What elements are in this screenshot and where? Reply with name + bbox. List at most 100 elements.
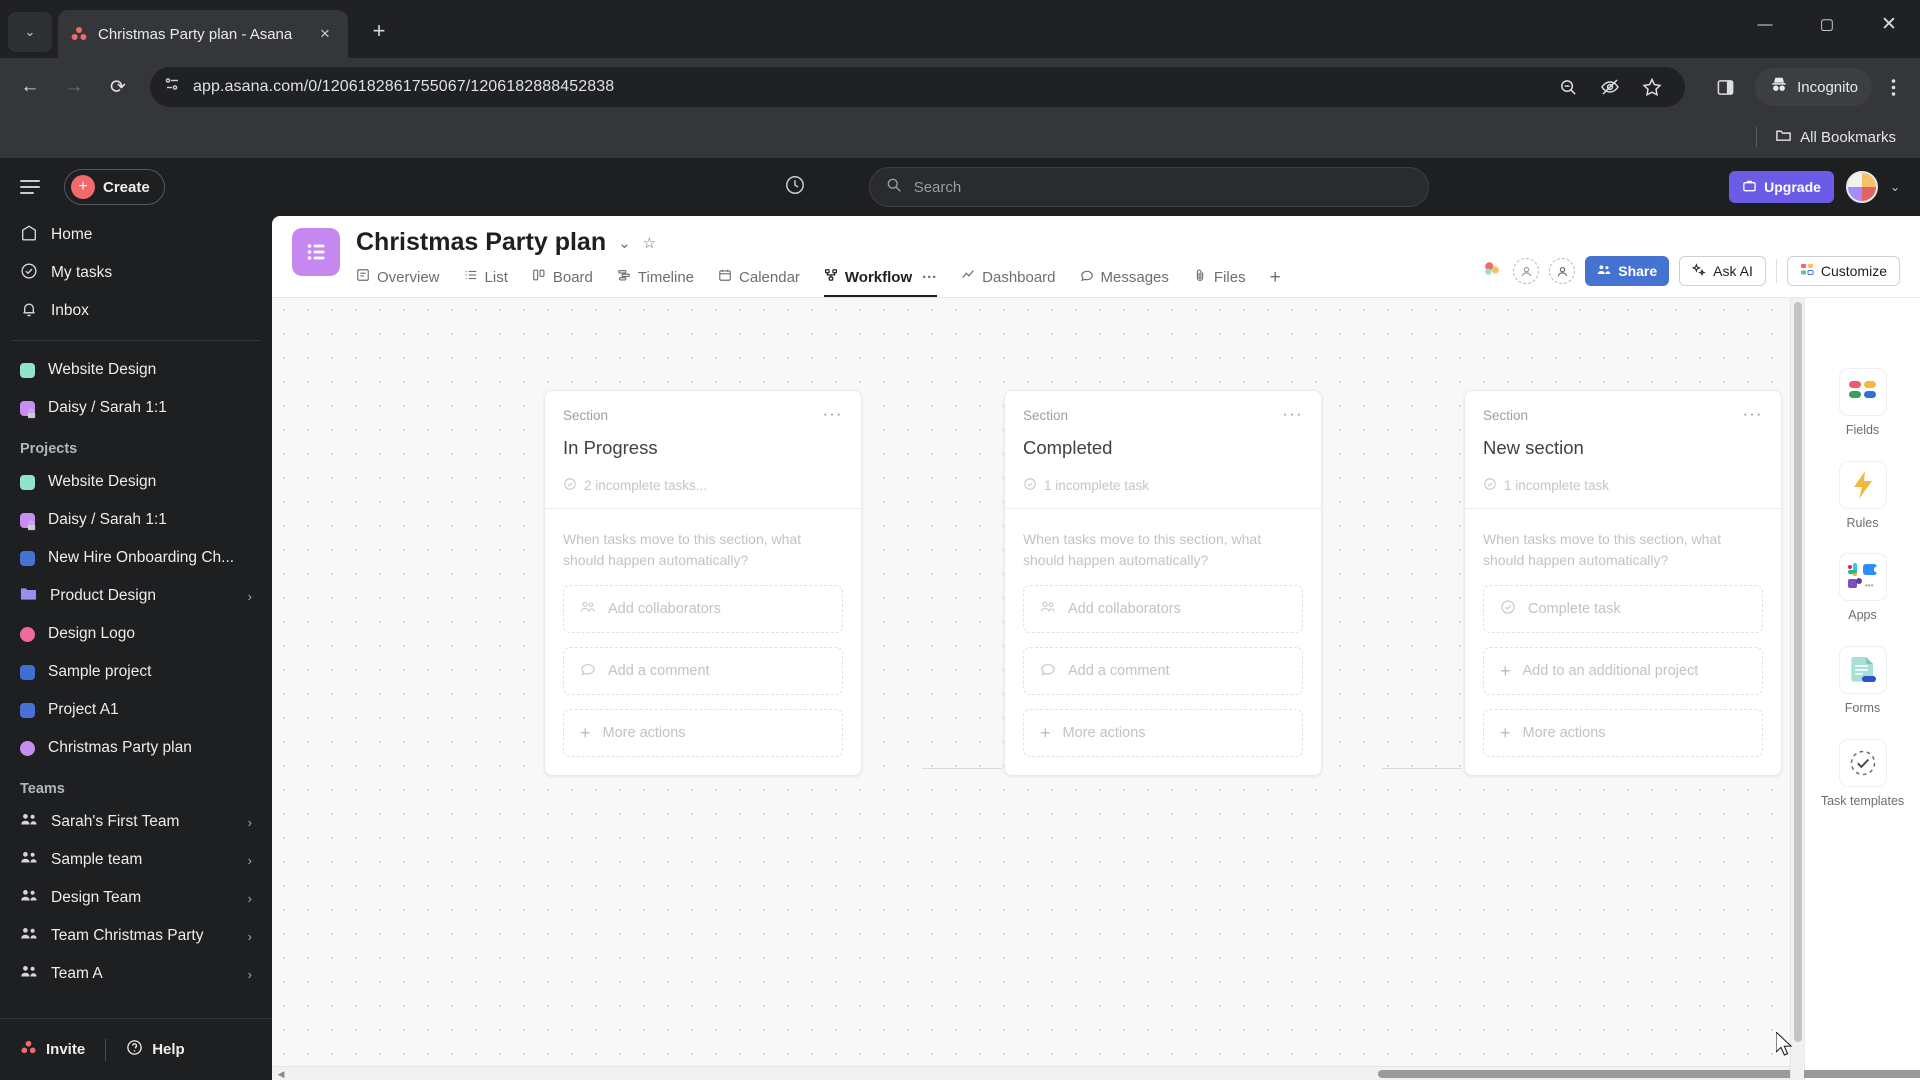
- rail-item-task-templates[interactable]: Task templates: [1805, 738, 1920, 810]
- avatar[interactable]: [1845, 171, 1878, 203]
- tab-calendar[interactable]: Calendar: [718, 268, 800, 297]
- chevron-right-icon[interactable]: ›: [248, 589, 252, 604]
- help-button[interactable]: Help: [126, 1039, 185, 1060]
- reload-button[interactable]: ⟳: [98, 67, 138, 107]
- hamburger-icon[interactable]: [20, 172, 50, 202]
- upgrade-button[interactable]: Upgrade: [1729, 171, 1834, 203]
- page-info-icon[interactable]: [164, 76, 181, 98]
- sidebar-portfolio-product-design[interactable]: Product Design ›: [8, 577, 264, 615]
- vertical-scroll-thumb[interactable]: [1794, 302, 1802, 1042]
- sidebar-item-inbox[interactable]: Inbox: [8, 292, 264, 330]
- clock-icon[interactable]: [784, 174, 806, 201]
- sidebar-item-my-tasks[interactable]: My tasks: [8, 254, 264, 292]
- zoom-out-icon[interactable]: [1549, 68, 1587, 106]
- sidebar-project-daisy-sarah-1-1[interactable]: Daisy / Sarah 1:1: [8, 501, 264, 539]
- new-tab-button[interactable]: +: [362, 14, 396, 48]
- chevron-right-icon[interactable]: ›: [248, 929, 252, 944]
- customize-button[interactable]: Customize: [1786, 256, 1900, 286]
- forward-button[interactable]: →: [54, 67, 94, 107]
- action-more-actions[interactable]: + More actions: [1023, 709, 1303, 757]
- sidebar-project-sample-project[interactable]: Sample project: [8, 653, 264, 691]
- check-circle-icon: [563, 477, 577, 494]
- horizontal-scrollbar[interactable]: ◀: [272, 1066, 1920, 1080]
- add-tab-button[interactable]: +: [1270, 267, 1281, 297]
- workflow-section-card[interactable]: Section ··· Completed 1 incomplete task: [1004, 390, 1322, 776]
- sidebar-project-website-design[interactable]: Website Design: [8, 463, 264, 501]
- sidebar-item-home[interactable]: Home: [8, 216, 264, 254]
- maximize-button[interactable]: ▢: [1796, 0, 1858, 48]
- minimize-button[interactable]: —: [1734, 0, 1796, 48]
- close-icon[interactable]: ×: [314, 23, 336, 45]
- tabs-overflow-icon[interactable]: ···: [922, 269, 937, 286]
- action-more-actions[interactable]: + More actions: [563, 709, 843, 757]
- card-menu-icon[interactable]: ···: [823, 407, 843, 423]
- browser-tab[interactable]: Christmas Party plan - Asana ×: [58, 10, 348, 58]
- sidebar-project-design-logo[interactable]: Design Logo: [8, 615, 264, 653]
- tab-files[interactable]: Files: [1193, 268, 1246, 297]
- all-bookmarks-button[interactable]: All Bookmarks: [1775, 127, 1896, 148]
- action-more-actions[interactable]: + More actions: [1483, 709, 1763, 757]
- action-add-to-additional-project[interactable]: + Add to an additional project: [1483, 647, 1763, 695]
- home-icon: [20, 224, 38, 247]
- star-icon[interactable]: ☆: [643, 234, 656, 252]
- tab-workflow[interactable]: Workflow ···: [823, 268, 938, 297]
- sidebar-team-design-team[interactable]: Design Team ›: [8, 879, 264, 917]
- action-add-a-comment[interactable]: Add a comment: [1023, 647, 1303, 695]
- card-menu-icon[interactable]: ···: [1283, 407, 1303, 423]
- side-panel-icon[interactable]: [1705, 67, 1745, 107]
- share-button[interactable]: Share: [1585, 256, 1670, 286]
- action-add-collaborators[interactable]: Add collaborators: [563, 585, 843, 633]
- search-input[interactable]: Search: [868, 167, 1429, 207]
- workflow-section-card[interactable]: Section ··· New section 1 incomplete tas…: [1464, 390, 1782, 776]
- sidebar-project-christmas-party-plan[interactable]: Christmas Party plan: [8, 729, 264, 767]
- workflow-section-card[interactable]: Section ··· In Progress 2 incomplete tas…: [544, 390, 862, 776]
- sidebar-team-sample-team[interactable]: Sample team ›: [8, 841, 264, 879]
- sidebar-favorite-website-design[interactable]: Website Design: [8, 351, 264, 389]
- close-window-button[interactable]: ✕: [1858, 0, 1920, 48]
- address-bar[interactable]: app.asana.com/0/1206182861755067/1206182…: [150, 67, 1686, 107]
- chevron-down-icon[interactable]: ⌄: [618, 234, 631, 252]
- back-button[interactable]: ←: [10, 67, 50, 107]
- action-add-a-comment[interactable]: Add a comment: [563, 647, 843, 695]
- project-brand-icon[interactable]: [1481, 258, 1503, 285]
- scroll-left-arrow-icon[interactable]: ◀: [274, 1067, 288, 1080]
- sidebar-team-team-a[interactable]: Team A ›: [8, 955, 264, 993]
- tab-search-chevron-icon[interactable]: ⌄: [8, 12, 52, 52]
- tab-timeline[interactable]: Timeline: [617, 268, 694, 297]
- action-add-collaborators[interactable]: Add collaborators: [1023, 585, 1303, 633]
- ask-ai-button[interactable]: Ask AI: [1679, 256, 1766, 286]
- create-button[interactable]: + Create: [64, 169, 165, 205]
- rail-item-rules[interactable]: Rules: [1805, 460, 1920, 532]
- add-member-avatar-1[interactable]: [1513, 258, 1540, 284]
- incognito-indicator[interactable]: Incognito: [1755, 68, 1872, 106]
- tab-messages[interactable]: Messages: [1080, 268, 1169, 297]
- horizontal-scroll-thumb[interactable]: [1378, 1070, 1920, 1078]
- chevron-right-icon[interactable]: ›: [248, 815, 252, 830]
- eye-off-icon[interactable]: [1591, 68, 1629, 106]
- sidebar-project-new-hire-onboarding[interactable]: New Hire Onboarding Ch...: [8, 539, 264, 577]
- tab-dashboard[interactable]: Dashboard: [961, 268, 1056, 297]
- kebab-menu-icon[interactable]: [1876, 67, 1910, 107]
- tab-board[interactable]: Board: [532, 268, 593, 297]
- rail-item-apps[interactable]: ••• Apps: [1805, 553, 1920, 624]
- card-menu-icon[interactable]: ···: [1743, 407, 1763, 423]
- add-member-avatar-2[interactable]: [1549, 258, 1576, 284]
- sidebar-project-project-a1[interactable]: Project A1: [8, 691, 264, 729]
- chevron-down-icon[interactable]: ⌄: [1890, 180, 1900, 194]
- invite-button[interactable]: Invite: [20, 1039, 85, 1060]
- workflow-canvas[interactable]: Section ··· In Progress 2 incomplete tas…: [272, 298, 1790, 1066]
- task-template-icon: [1838, 738, 1887, 787]
- sidebar-team-team-christmas-party[interactable]: Team Christmas Party ›: [8, 917, 264, 955]
- sidebar-team-sarahs-first-team[interactable]: Sarah's First Team ›: [8, 803, 264, 841]
- chevron-right-icon[interactable]: ›: [248, 891, 252, 906]
- chevron-right-icon[interactable]: ›: [248, 853, 252, 868]
- chevron-right-icon[interactable]: ›: [248, 967, 252, 982]
- sidebar-favorite-daisy-sarah-1-1[interactable]: Daisy / Sarah 1:1: [8, 389, 264, 427]
- vertical-scrollbar[interactable]: [1790, 298, 1804, 1080]
- rail-item-fields[interactable]: Fields: [1805, 368, 1920, 439]
- star-icon[interactable]: [1633, 68, 1671, 106]
- action-complete-task[interactable]: Complete task: [1483, 585, 1763, 633]
- tab-list[interactable]: List: [464, 268, 508, 297]
- rail-item-forms[interactable]: Forms: [1805, 645, 1920, 717]
- tab-overview[interactable]: Overview: [356, 268, 440, 297]
